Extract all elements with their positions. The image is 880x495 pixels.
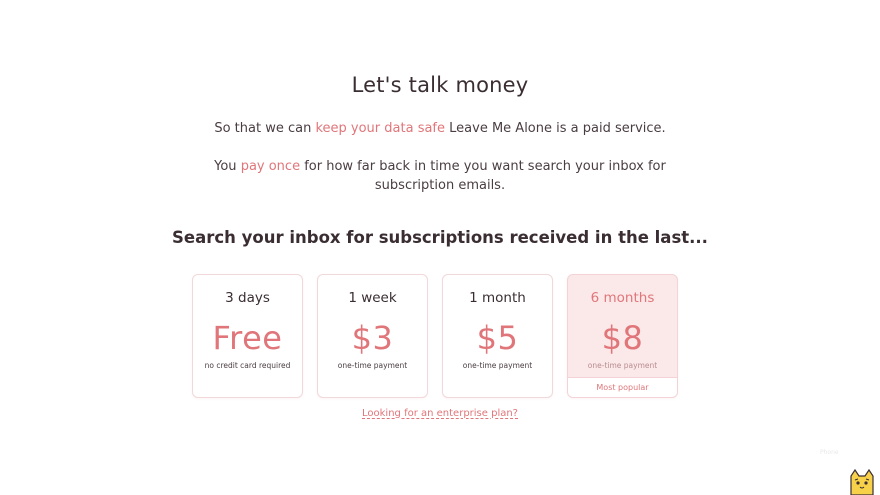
intro-text: So that we can — [214, 121, 316, 136]
intro-text: for how far back in time you want search… — [300, 159, 666, 174]
plan-price: $8 — [601, 319, 644, 357]
intro-text: subscription emails. — [374, 178, 506, 193]
pay-once-link[interactable]: pay once — [241, 159, 300, 174]
plan-section-title: Search your inbox for subscriptions rece… — [172, 228, 708, 247]
plan-cards: 3 days Free no credit card required 1 we… — [192, 274, 678, 398]
plan-card-1-week[interactable]: 1 week $3 one-time payment — [317, 274, 428, 398]
plan-price: Free — [212, 319, 283, 357]
intro-text: Leave Me Alone is a paid service. — [445, 121, 666, 136]
plan-period: 1 week — [348, 290, 397, 306]
intro-paragraph-2: You pay once for how far back in time yo… — [0, 157, 880, 195]
plan-period: 1 month — [469, 290, 526, 306]
enterprise-plan-link[interactable]: Looking for an enterprise plan? — [0, 408, 880, 419]
page-title: Let's talk money — [351, 73, 529, 97]
plan-period: 3 days — [225, 290, 270, 306]
plan-note: one-time payment — [337, 361, 408, 370]
intro-text: You — [214, 159, 241, 174]
intro-paragraph-1: So that we can keep your data safe Leave… — [0, 119, 880, 138]
faint-label: Phone — [820, 449, 839, 456]
enterprise-link-text: Looking for an enterprise plan? — [362, 408, 518, 419]
plan-note: no credit card required — [204, 361, 291, 370]
plan-card-3-days[interactable]: 3 days Free no credit card required — [192, 274, 303, 398]
pricing-page: Let's talk money So that we can keep you… — [0, 0, 880, 495]
plan-note: one-time payment — [587, 361, 658, 370]
plan-price: $3 — [351, 319, 394, 357]
plan-card-6-months[interactable]: 6 months $8 one-time payment Most popula… — [567, 274, 678, 398]
plan-period: 6 months — [590, 290, 655, 306]
most-popular-badge: Most popular — [568, 377, 677, 397]
cat-mascot-icon[interactable] — [847, 468, 877, 495]
plan-card-1-month[interactable]: 1 month $5 one-time payment — [442, 274, 553, 398]
plan-note: one-time payment — [462, 361, 533, 370]
plan-price: $5 — [476, 319, 519, 357]
keep-data-safe-link[interactable]: keep your data safe — [315, 121, 445, 136]
